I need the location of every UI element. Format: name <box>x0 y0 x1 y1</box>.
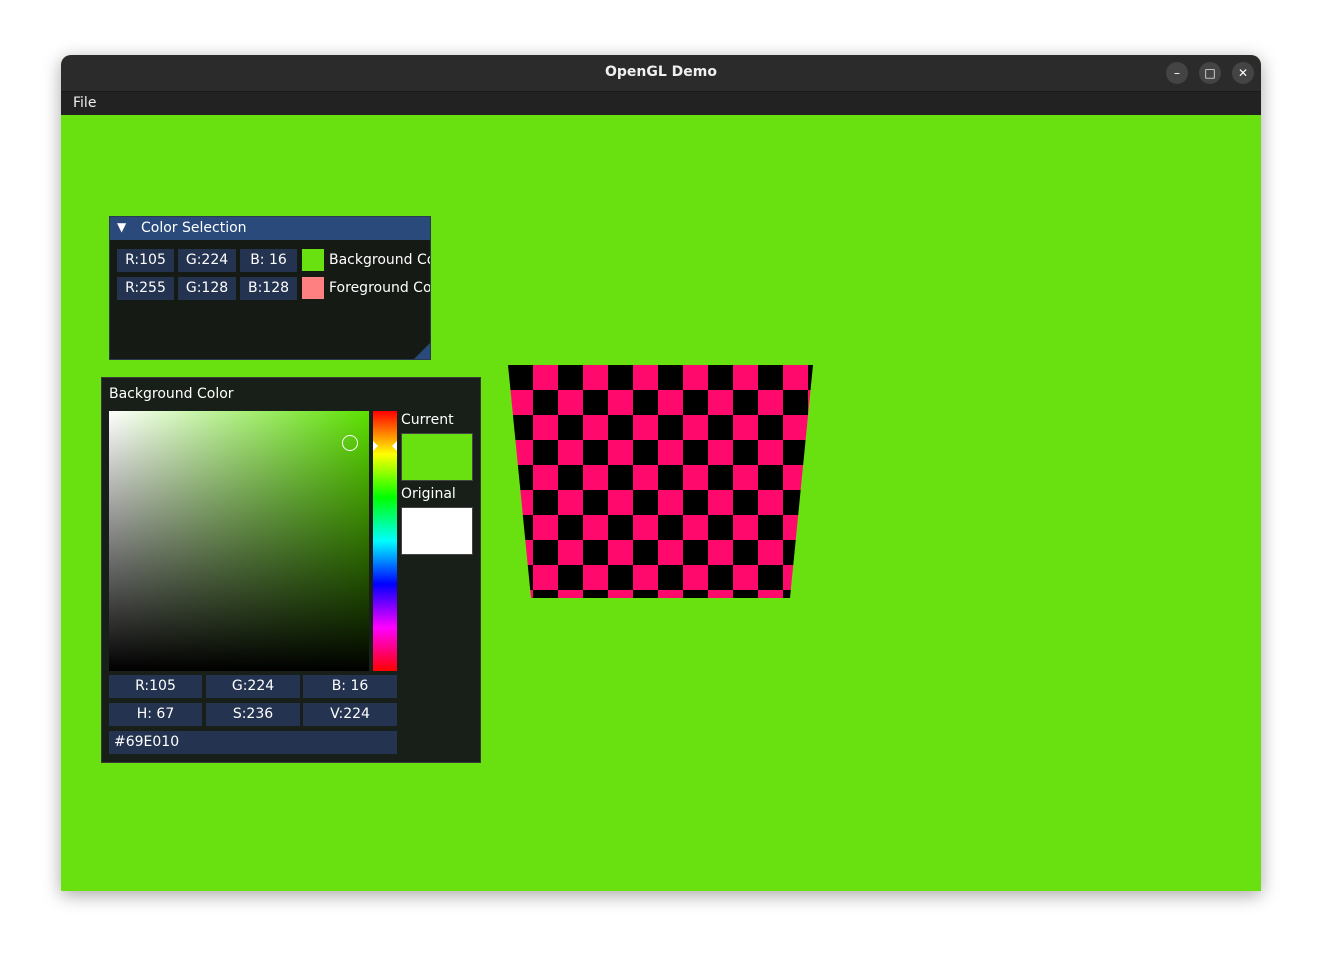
color-selection-panel: ▼ Color Selection R:105 G:224 B: 16 Back… <box>109 216 431 360</box>
current-label: Current <box>401 412 454 428</box>
color-picker-popup: Background Color Current Original R:105 … <box>101 377 481 763</box>
bg-color-label: Background Color <box>329 252 430 268</box>
current-color-swatch <box>401 433 473 481</box>
hue-marker-right <box>392 441 397 451</box>
triangle-down-icon[interactable]: ▼ <box>117 220 126 234</box>
checkerboard-surface <box>508 365 813 598</box>
resize-grip[interactable] <box>414 343 430 359</box>
close-icon: ✕ <box>1237 66 1249 80</box>
hex-input[interactable]: #69E010 <box>109 731 397 754</box>
minimize-icon: – <box>1174 66 1180 80</box>
picker-s-field[interactable]: S:236 <box>206 703 300 726</box>
color-selection-header[interactable]: ▼ Color Selection <box>110 217 430 240</box>
maximize-button[interactable]: □ <box>1199 62 1221 84</box>
picker-title: Background Color <box>109 386 234 402</box>
close-button[interactable]: ✕ <box>1232 62 1254 84</box>
app-window: OpenGL Demo – □ ✕ File ▼ Color Selection… <box>61 55 1261 891</box>
menu-file[interactable]: File <box>73 95 96 111</box>
bg-g-field[interactable]: G:224 <box>178 249 236 272</box>
window-title: OpenGL Demo <box>605 64 717 80</box>
original-color-swatch[interactable] <box>401 507 473 555</box>
original-label: Original <box>401 486 456 502</box>
picker-v-field[interactable]: V:224 <box>303 703 397 726</box>
fg-b-field[interactable]: B:128 <box>240 277 297 300</box>
sv-cursor[interactable] <box>342 435 358 451</box>
color-selection-title: Color Selection <box>141 220 247 236</box>
title-bar[interactable]: OpenGL Demo – □ ✕ <box>61 55 1261 92</box>
gl-canvas: ▼ Color Selection R:105 G:224 B: 16 Back… <box>61 115 1261 891</box>
bg-color-swatch[interactable] <box>302 249 324 271</box>
fg-g-field[interactable]: G:128 <box>178 277 236 300</box>
menu-bar: File <box>61 92 1261 115</box>
saturation-value-square[interactable] <box>109 411 369 671</box>
maximize-icon: □ <box>1204 66 1216 80</box>
picker-b-field[interactable]: B: 16 <box>303 675 397 698</box>
checkerboard-quad <box>508 365 813 598</box>
bg-b-field[interactable]: B: 16 <box>240 249 297 272</box>
fg-color-label: Foreground Color <box>329 280 431 296</box>
fg-color-swatch[interactable] <box>302 277 324 299</box>
picker-h-field[interactable]: H: 67 <box>109 703 202 726</box>
minimize-button[interactable]: – <box>1166 62 1188 84</box>
fg-r-field[interactable]: R:255 <box>117 277 174 300</box>
picker-g-field[interactable]: G:224 <box>206 675 300 698</box>
bg-r-field[interactable]: R:105 <box>117 249 174 272</box>
picker-r-field[interactable]: R:105 <box>109 675 202 698</box>
hue-marker-left <box>373 441 378 451</box>
